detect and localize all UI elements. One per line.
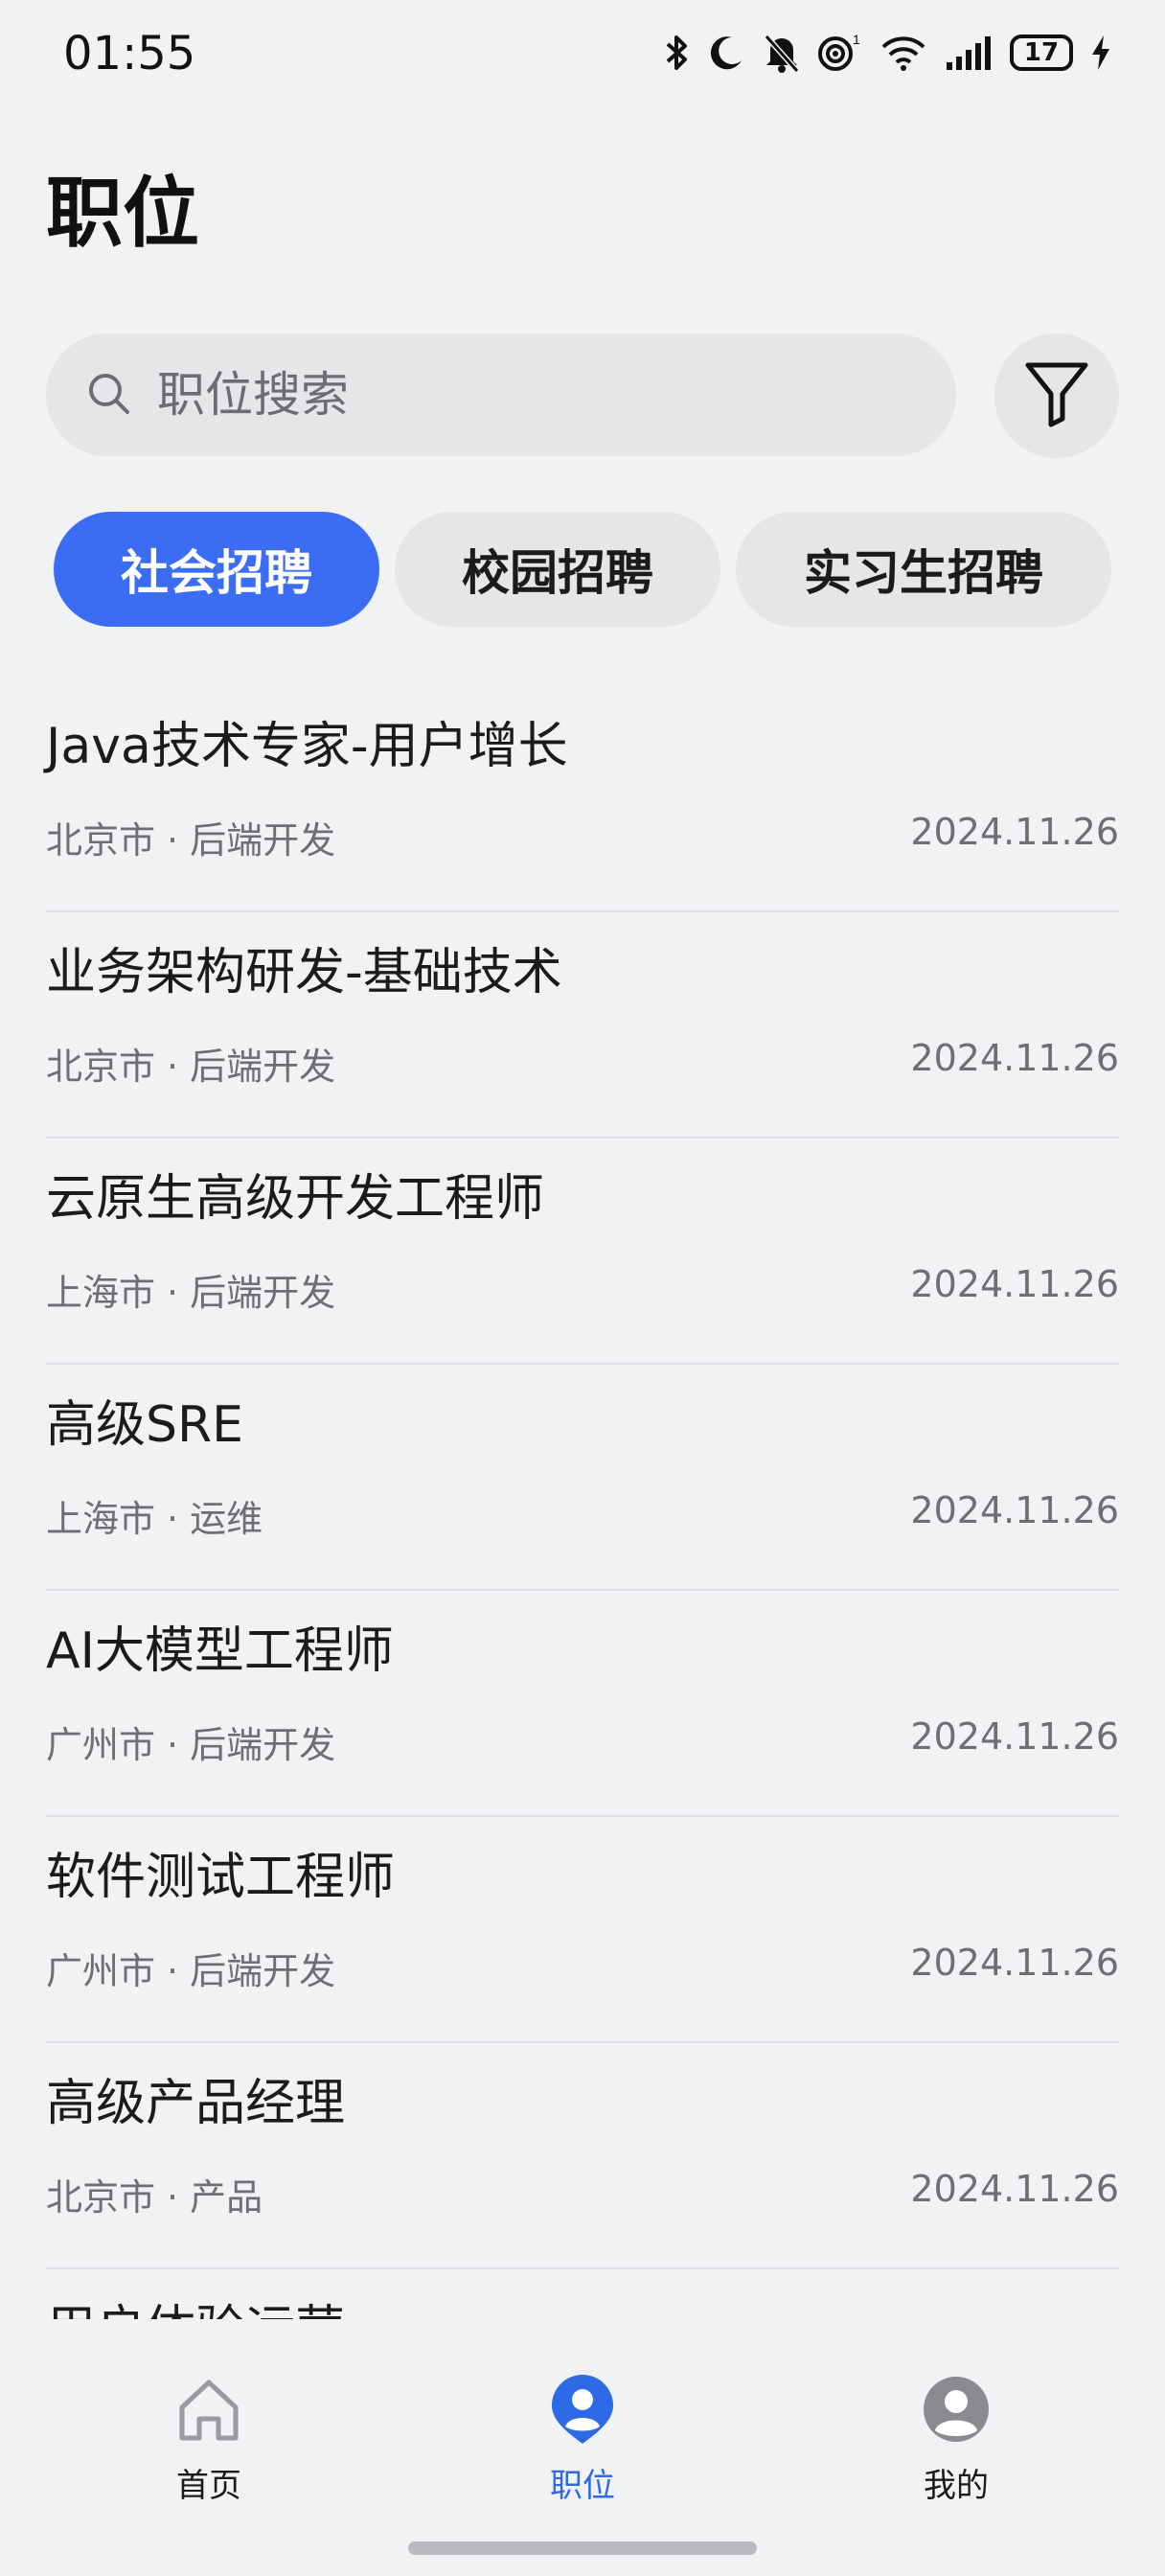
job-category: 后端开发 — [190, 1724, 336, 1766]
meta-separator: · — [167, 1950, 179, 1992]
job-item[interactable]: AI大模型工程师 广州市 · 后端开发 2024.11.26 — [46, 1591, 1119, 1817]
job-title: 高级产品经理 — [46, 2075, 346, 2132]
job-item[interactable]: Java技术专家-用户增长 北京市 · 后端开发 2024.11.26 — [46, 686, 1119, 912]
job-meta: 北京市 · 产品 — [46, 2168, 263, 2220]
search-icon — [86, 371, 130, 419]
nav-home-label: 首页 — [176, 2467, 241, 2505]
wifi-icon — [879, 34, 927, 72]
job-title: 业务架构研发-基础技术 — [46, 944, 562, 1001]
position-icon — [548, 2373, 617, 2446]
job-title: 云原生高级开发工程师 — [46, 1170, 545, 1228]
signal-icon — [945, 34, 993, 72]
bell-muted-icon — [763, 33, 801, 73]
job-category: 后端开发 — [190, 1950, 336, 1992]
job-item[interactable]: 云原生高级开发工程师 上海市 · 后端开发 2024.11.26 — [46, 1138, 1119, 1365]
nav-profile-label: 我的 — [924, 2467, 989, 2505]
job-city: 北京市 — [46, 1046, 156, 1088]
job-item[interactable]: 软件测试工程师 广州市 · 后端开发 2024.11.26 — [46, 1817, 1119, 2043]
profile-icon — [922, 2373, 991, 2446]
nav-home[interactable]: 首页 — [65, 2319, 353, 2506]
job-item[interactable]: 业务架构研发-基础技术 北京市 · 后端开发 2024.11.26 — [46, 912, 1119, 1138]
search-bar[interactable] — [46, 334, 956, 456]
job-city: 北京市 — [46, 2176, 156, 2219]
nav-position[interactable]: 职位 — [439, 2319, 726, 2506]
job-date: 2024.11.26 — [910, 2168, 1119, 2210]
status-bar: 01:55 1 17 — [0, 0, 1165, 105]
job-title: 高级SRE — [46, 1396, 243, 1454]
job-title: Java技术专家-用户增长 — [46, 718, 568, 775]
job-meta: 北京市 · 后端开发 — [46, 1037, 335, 1090]
job-city: 广州市 — [46, 1724, 156, 1766]
home-icon — [174, 2373, 243, 2446]
moon-icon — [707, 34, 745, 72]
job-category: 产品 — [190, 2176, 263, 2219]
tab-intern-recruit[interactable]: 实习生招聘 — [736, 512, 1111, 627]
filter-button[interactable] — [994, 334, 1119, 458]
tab-campus-recruit[interactable]: 校园招聘 — [395, 512, 720, 627]
svg-text:1: 1 — [853, 33, 860, 47]
job-city: 北京市 — [46, 819, 156, 862]
meta-separator: · — [167, 2176, 179, 2219]
page-title: 职位 — [46, 169, 199, 258]
meta-separator: · — [167, 1272, 179, 1314]
job-date: 2024.11.26 — [910, 1037, 1119, 1079]
recruit-tabs: 社会招聘 校园招聘 实习生招聘 — [0, 512, 1165, 627]
filter-icon — [1023, 359, 1090, 432]
job-city: 上海市 — [46, 1272, 156, 1314]
charging-icon — [1090, 34, 1111, 72]
status-time: 01:55 — [63, 27, 196, 80]
status-icons: 1 17 — [665, 33, 1111, 73]
job-meta: 广州市 · 后端开发 — [46, 1715, 335, 1768]
tab-social-recruit[interactable]: 社会招聘 — [54, 512, 379, 627]
job-meta: 广州市 · 后端开发 — [46, 1942, 335, 1994]
search-input[interactable] — [155, 366, 906, 424]
bottom-nav: 首页 职位 我的 — [0, 2319, 1165, 2576]
job-category: 后端开发 — [190, 819, 336, 862]
hotspot-icon: 1 — [818, 33, 862, 73]
home-indicator[interactable] — [408, 2542, 757, 2555]
job-item[interactable]: 高级SRE 上海市 · 运维 2024.11.26 — [46, 1365, 1119, 1591]
bluetooth-icon — [665, 33, 690, 73]
job-date: 2024.11.26 — [910, 1942, 1119, 1984]
job-date: 2024.11.26 — [910, 811, 1119, 853]
job-city: 上海市 — [46, 1498, 156, 1540]
job-meta: 北京市 · 后端开发 — [46, 811, 335, 863]
job-date: 2024.11.26 — [910, 1263, 1119, 1305]
nav-profile[interactable]: 我的 — [812, 2319, 1100, 2506]
meta-separator: · — [167, 1498, 179, 1540]
meta-separator: · — [167, 1724, 179, 1766]
meta-separator: · — [167, 1046, 179, 1088]
job-category: 运维 — [190, 1498, 263, 1540]
job-item[interactable]: 高级产品经理 北京市 · 产品 2024.11.26 — [46, 2043, 1119, 2269]
job-date: 2024.11.26 — [910, 1715, 1119, 1758]
job-category: 后端开发 — [190, 1046, 336, 1088]
job-meta: 上海市 · 运维 — [46, 1489, 263, 1542]
job-meta: 上海市 · 后端开发 — [46, 1263, 335, 1316]
meta-separator: · — [167, 819, 179, 862]
job-city: 广州市 — [46, 1950, 156, 1992]
job-title: 软件测试工程师 — [46, 1849, 396, 1906]
battery-icon: 17 — [1010, 34, 1073, 71]
job-list: Java技术专家-用户增长 北京市 · 后端开发 2024.11.26 业务架构研发… — [0, 686, 1165, 2331]
job-category: 后端开发 — [190, 1272, 336, 1314]
job-date: 2024.11.26 — [910, 1489, 1119, 1531]
job-title: AI大模型工程师 — [46, 1622, 394, 1680]
nav-position-label: 职位 — [550, 2467, 615, 2505]
